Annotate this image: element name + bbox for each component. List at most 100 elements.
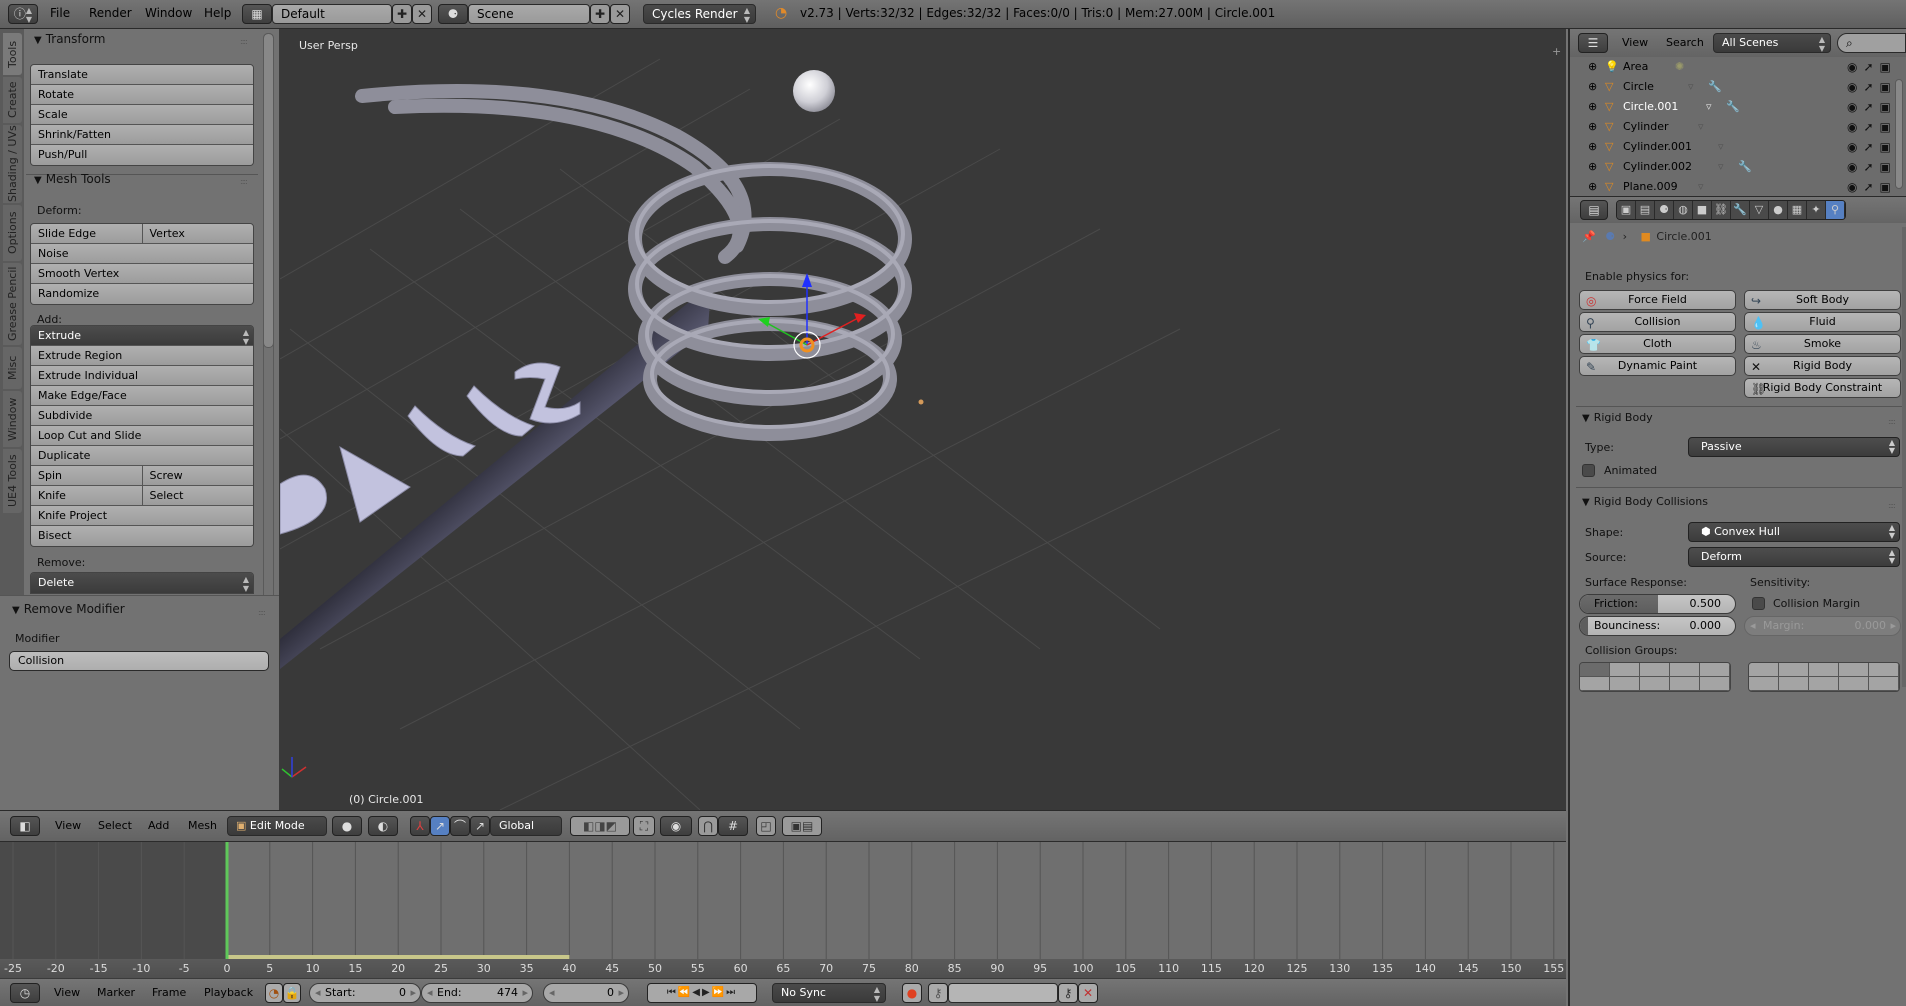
plus-icon[interactable]: +	[1552, 45, 1561, 58]
menu-file[interactable]: File	[50, 6, 70, 20]
play-reverse-icon[interactable]: ◀	[692, 987, 702, 998]
vertex-button[interactable]: Vertex	[142, 224, 253, 243]
keying-set-icon-button[interactable]: ⚷	[928, 983, 948, 1003]
duplicate-button[interactable]: Duplicate	[31, 446, 253, 466]
drag-grip-icon[interactable]: ::::	[1888, 501, 1896, 510]
insert-keyframe-button[interactable]: ⚷	[1058, 983, 1078, 1003]
tab-material-icon[interactable]: ●	[1769, 201, 1788, 219]
slide-edge-button[interactable]: Slide Edge	[31, 224, 143, 243]
bisect-button[interactable]: Bisect	[31, 526, 253, 546]
expand-icon[interactable]: ⊕	[1588, 117, 1597, 137]
menu-window[interactable]: Window	[145, 6, 192, 20]
fluid-button[interactable]: 💧 Fluid	[1744, 312, 1901, 332]
extrude-dropdown[interactable]: Extrude ▲ ▼	[31, 326, 253, 346]
shrink-fatten-button[interactable]: Shrink/Fatten	[31, 125, 253, 145]
collision-group-layer[interactable]	[1839, 663, 1869, 677]
make-edge-face-button[interactable]: Make Edge/Face	[31, 386, 253, 406]
collision-group-layer[interactable]	[1749, 663, 1779, 677]
tab-data-icon[interactable]: ▽	[1750, 201, 1769, 219]
collision-button[interactable]: ⚲ Collision	[1579, 312, 1736, 332]
cloth-button[interactable]: 👕 Cloth	[1579, 334, 1736, 354]
outliner-row[interactable]: ⊕ ▽ Cylinder.001 ▿	[1570, 137, 1890, 157]
scale-manipulator-toggle[interactable]: ↗	[470, 816, 490, 836]
delete-layout-button[interactable]: ✕	[412, 4, 432, 24]
collision-margin-checkbox[interactable]	[1752, 597, 1765, 610]
tab-ue4-tools[interactable]: UE4 Tools	[3, 449, 22, 513]
eye-icon[interactable]: ◉	[1847, 80, 1863, 94]
menu-help[interactable]: Help	[204, 6, 231, 20]
collision-shape-dropdown[interactable]: ⬢ Convex Hull ▲ ▼	[1688, 522, 1900, 542]
current-frame-field[interactable]: ◂ 0 ▸	[543, 983, 629, 1003]
collision-group-layer[interactable]	[1640, 677, 1670, 691]
mode-dropdown[interactable]: ▣ Edit Mode	[227, 816, 327, 836]
drag-grip-icon[interactable]: ::::	[1888, 417, 1896, 426]
cursor-icon[interactable]: ➚	[1863, 120, 1879, 134]
loop-cut-slide-button[interactable]: Loop Cut and Slide	[31, 426, 253, 446]
collision-group-layer[interactable]	[1839, 677, 1869, 691]
panel-transform-header[interactable]: ▼ Transform	[34, 32, 105, 46]
tab-window[interactable]: Window	[3, 391, 22, 447]
rotate-button[interactable]: Rotate	[31, 85, 253, 105]
soft-body-button[interactable]: ↪ Soft Body	[1744, 290, 1901, 310]
next-keyframe-icon[interactable]: ⏩	[712, 987, 726, 998]
outliner-row[interactable]: ⊕ ▽ Cylinder ▿	[1570, 117, 1890, 137]
outliner-row[interactable]: ⊕ ▽ Circle ▿ 🔧	[1570, 77, 1890, 97]
scene-field[interactable]: Scene	[468, 4, 590, 24]
expand-icon[interactable]: ⊕	[1588, 137, 1597, 157]
snap-toggle[interactable]: ⋂	[698, 816, 718, 836]
bounciness-slider[interactable]: Bounciness: 0.000	[1579, 616, 1736, 636]
rigid-body-constraint-button[interactable]: ⛓ Rigid Body Constraint	[1744, 378, 1901, 398]
rigid-body-type-dropdown[interactable]: Passive ▲ ▼	[1688, 437, 1900, 457]
smooth-vertex-button[interactable]: Smooth Vertex	[31, 264, 253, 284]
outliner-search-input[interactable]: ⌕	[1837, 33, 1906, 53]
outliner-row[interactable]: ⊕ ▽ Plane.009 ▿	[1570, 177, 1890, 197]
collision-group-layer[interactable]	[1580, 663, 1610, 677]
keying-set-field[interactable]	[948, 983, 1058, 1003]
noise-button[interactable]: Noise	[31, 244, 253, 264]
eye-icon[interactable]: ◉	[1847, 180, 1863, 194]
rotate-manipulator-toggle[interactable]: ⌒	[450, 816, 470, 836]
spin-button[interactable]: Spin	[31, 466, 143, 485]
tab-grease-pencil[interactable]: Grease Pencil	[3, 263, 22, 345]
subdivide-button[interactable]: Subdivide	[31, 406, 253, 426]
dynamic-paint-button[interactable]: ✎ Dynamic Paint	[1579, 356, 1736, 376]
menu-search[interactable]: Search	[1666, 36, 1704, 49]
tab-scene-icon[interactable]: ⚈	[1655, 201, 1674, 219]
lock-range-toggle[interactable]: 🔒	[283, 983, 301, 1003]
menu-add[interactable]: Add	[148, 819, 169, 832]
tab-physics-icon[interactable]: ⚲	[1826, 201, 1845, 219]
translate-button[interactable]: Translate	[31, 65, 253, 85]
3d-viewport[interactable]: User Persp (0) Circle.001 +	[280, 29, 1566, 810]
scale-button[interactable]: Scale	[31, 105, 253, 125]
menu-playback[interactable]: Playback	[204, 986, 253, 999]
jump-end-icon[interactable]: ⏭	[726, 987, 737, 998]
playback-controls[interactable]: ⏮⏪◀▶⏩⏭	[647, 983, 757, 1003]
editor-type-button[interactable]: ⓘ▲ ▼	[8, 4, 38, 24]
collision-group-layer[interactable]	[1670, 677, 1700, 691]
use-preview-range-toggle[interactable]: ◔	[265, 983, 283, 1003]
eye-icon[interactable]: ◉	[1847, 100, 1863, 114]
panel-rigid-body-header[interactable]: ▼ Rigid Body	[1582, 411, 1653, 424]
collision-group-layer[interactable]	[1809, 663, 1839, 677]
expand-icon[interactable]: ⊕	[1588, 97, 1597, 117]
panel-remove-modifier-header[interactable]: ▼ Remove Modifier	[12, 602, 125, 616]
render-engine-dropdown[interactable]: Cycles Render ▲ ▼	[643, 4, 756, 24]
delete-scene-button[interactable]: ✕	[610, 4, 630, 24]
render-buttons[interactable]: ▣▤	[782, 816, 822, 836]
panel-collisions-header[interactable]: ▼ Rigid Body Collisions	[1582, 495, 1708, 508]
limit-selection-toggle[interactable]: ⛶	[633, 816, 655, 836]
properties-scrollbar[interactable]	[1902, 227, 1906, 687]
tab-particles-icon[interactable]: ✦	[1807, 201, 1826, 219]
knife-select-button[interactable]: Select	[142, 486, 253, 505]
opengl-render-button[interactable]: ◰	[756, 816, 776, 836]
eye-icon[interactable]: ◉	[1847, 160, 1863, 174]
collision-source-dropdown[interactable]: Deform ▲ ▼	[1688, 547, 1900, 567]
add-scene-button[interactable]: ✚	[590, 4, 610, 24]
play-icon[interactable]: ▶	[702, 987, 712, 998]
expand-icon[interactable]: ⊕	[1588, 57, 1597, 77]
smoke-button[interactable]: ♨ Smoke	[1744, 334, 1901, 354]
rigid-body-button[interactable]: ✕ Rigid Body	[1744, 356, 1901, 376]
panel-mesh-tools-header[interactable]: ▼ Mesh Tools	[34, 172, 111, 186]
timeline-editor[interactable]: -25 -20 -15 -10 -5 0 5 10 15 20 25 30 35 40 45 50 55 60 65…	[0, 842, 1566, 978]
screen-layout-button[interactable]: ▦	[242, 4, 272, 24]
